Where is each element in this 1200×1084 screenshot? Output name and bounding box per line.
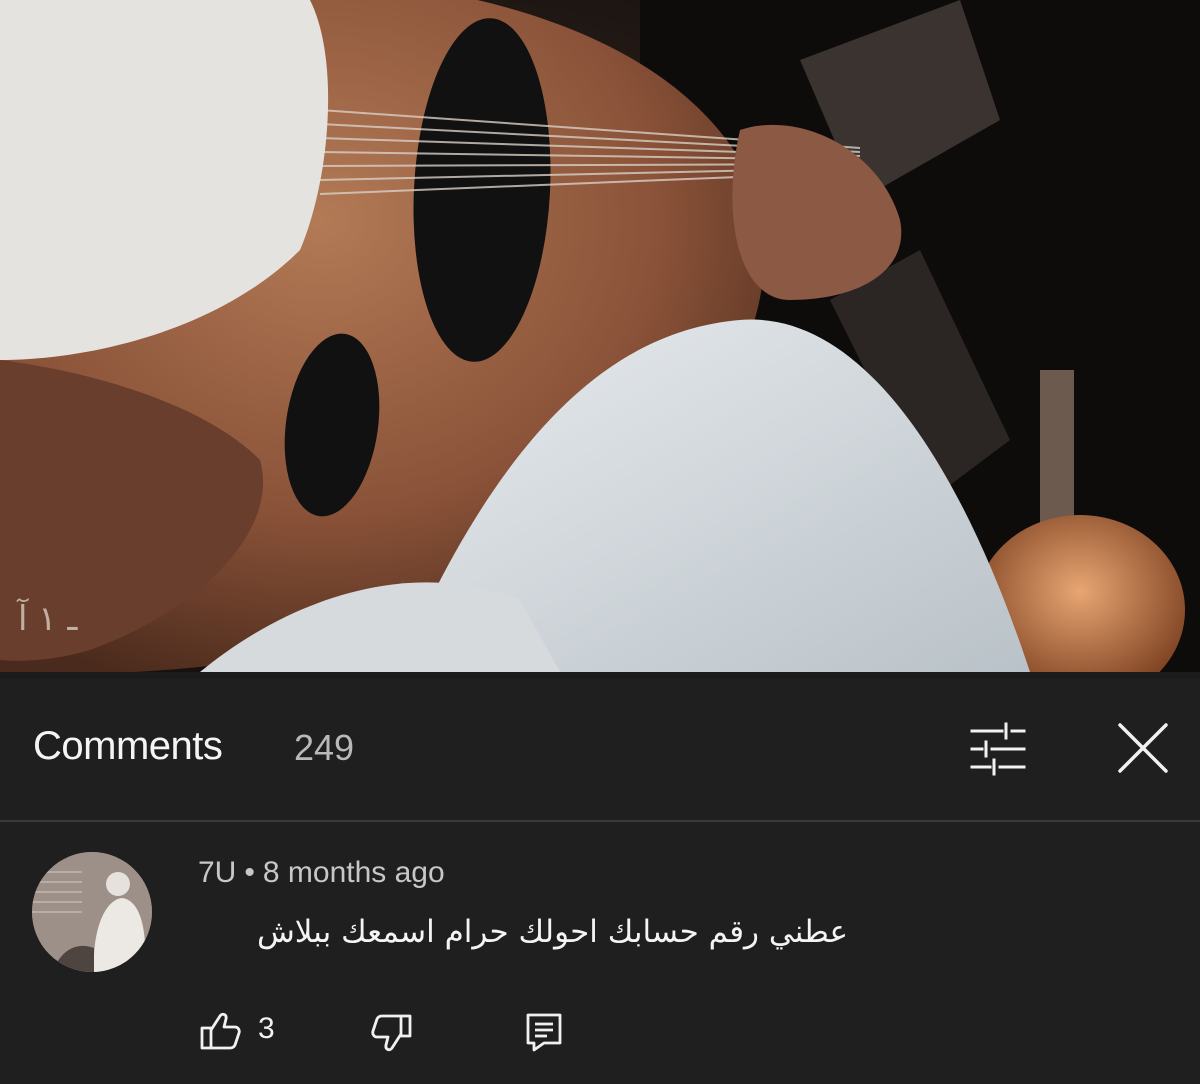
thumbs-up-icon xyxy=(200,1012,241,1050)
like-count: 3 xyxy=(258,1012,275,1045)
comments-title: Comments xyxy=(33,724,223,768)
meta-separator: • xyxy=(244,856,255,889)
video-player[interactable]: ـ ١ آ xyxy=(0,0,1200,672)
avatar[interactable] xyxy=(32,852,152,972)
comment-timestamp[interactable]: 8 months ago xyxy=(263,856,445,889)
video-frame-image: ـ ١ آ xyxy=(0,0,1200,672)
sort-comments-button[interactable] xyxy=(964,719,1032,781)
reply-button[interactable] xyxy=(522,1010,566,1054)
comment-meta: 7U • 8 months ago xyxy=(198,856,445,890)
svg-text:ـ ١ آ: ـ ١ آ xyxy=(16,598,78,639)
close-comments-button[interactable] xyxy=(1108,719,1178,781)
comments-count: 249 xyxy=(294,727,355,768)
close-icon xyxy=(1118,723,1168,773)
dislike-button[interactable] xyxy=(370,1010,414,1054)
comments-panel: Comments 249 7U • 8 months ago عطني رقم … xyxy=(0,679,1200,1084)
avatar-image xyxy=(32,852,152,972)
comment-item: 7U • 8 months ago عطني رقم حسابك احولك حرا… xyxy=(0,822,1200,1084)
like-button[interactable]: 3 xyxy=(198,1010,288,1054)
comment-text: عطني رقم حسابك احولك حرام اسمعك ببلاش xyxy=(256,914,848,950)
reply-comment-icon xyxy=(526,1013,562,1052)
comments-header: Comments 249 xyxy=(0,679,1200,822)
thumbs-down-icon xyxy=(371,1014,412,1052)
sort-sliders-icon xyxy=(970,722,1026,776)
comment-author[interactable]: 7U xyxy=(198,856,236,889)
